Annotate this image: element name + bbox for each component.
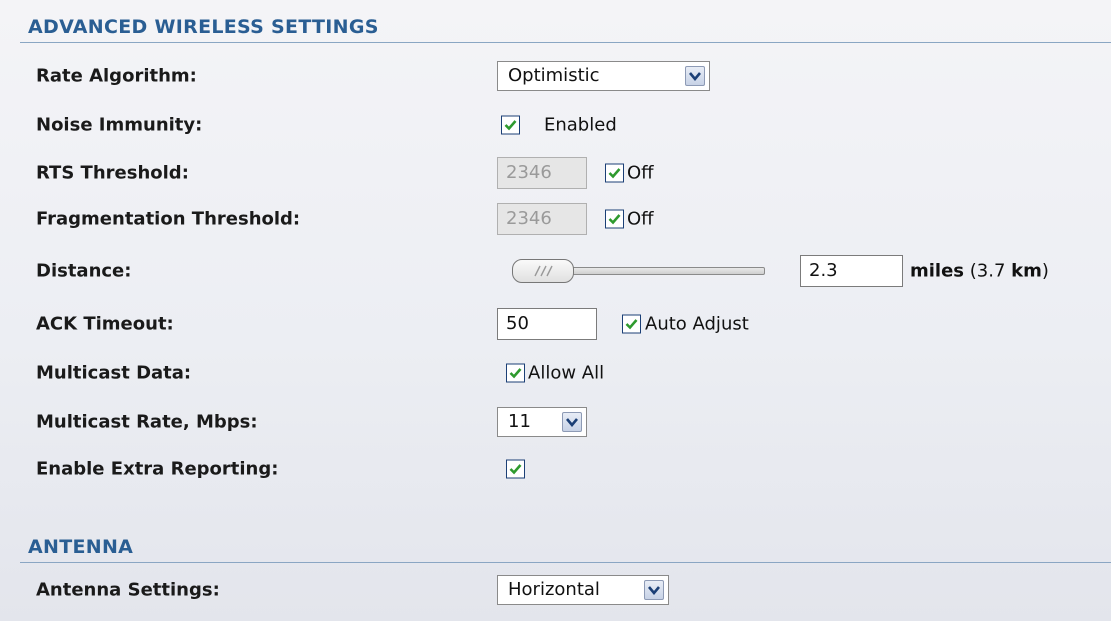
antenna-settings-row: Antenna Settings: Horizontal [0, 569, 1111, 611]
multicast-rate-select[interactable]: 11 [497, 407, 587, 437]
distance-metric-close: ) [1041, 260, 1049, 282]
rts-threshold-off-label: Off [627, 162, 654, 184]
advanced-settings-title: ADVANCED WIRELESS SETTINGS [28, 16, 379, 38]
fragmentation-threshold-off-checkbox[interactable] [605, 209, 624, 229]
allow-all-label: Allow All [528, 362, 605, 384]
checkmark-icon [608, 214, 621, 225]
checkmark-icon [509, 464, 522, 475]
noise-immunity-row: Noise Immunity: Enabled [0, 104, 1111, 146]
fragmentation-threshold-row: Fragmentation Threshold: 2346 Off [0, 198, 1111, 240]
antenna-settings-select[interactable]: Horizontal [497, 575, 669, 605]
distance-slider-handle[interactable] [512, 259, 574, 283]
multicast-rate-label: Multicast Rate, Mbps: [36, 411, 258, 433]
rts-threshold-label: RTS Threshold: [36, 162, 189, 184]
chevron-down-icon[interactable] [685, 66, 705, 86]
rts-threshold-off-checkbox[interactable] [605, 163, 624, 183]
antenna-header: ANTENNA [20, 528, 1111, 563]
noise-immunity-label: Noise Immunity: [36, 114, 203, 136]
multicast-data-row: Multicast Data: Allow All [0, 352, 1111, 394]
advanced-settings-header: ADVANCED WIRELESS SETTINGS [20, 8, 1111, 43]
ack-timeout-label: ACK Timeout: [36, 313, 174, 335]
grip-lines-icon [534, 265, 553, 277]
checkmark-icon [608, 168, 621, 179]
multicast-data-label: Multicast Data: [36, 362, 192, 384]
multicast-rate-value: 11 [508, 411, 531, 432]
antenna-title: ANTENNA [28, 536, 134, 558]
ack-timeout-row: ACK Timeout: 50 Auto Adjust [0, 303, 1111, 345]
distance-metric-value: (3.7 [969, 260, 1006, 282]
fragmentation-threshold-input[interactable]: 2346 [497, 203, 587, 235]
noise-immunity-option-label: Enabled [544, 114, 617, 136]
extra-reporting-label: Enable Extra Reporting: [36, 458, 279, 480]
fragmentation-threshold-off-label: Off [627, 208, 654, 230]
rate-algorithm-label: Rate Algorithm: [36, 65, 197, 87]
rate-algorithm-value: Optimistic [508, 65, 600, 86]
auto-adjust-label: Auto Adjust [645, 313, 749, 335]
auto-adjust-checkbox[interactable] [622, 314, 641, 334]
chevron-down-icon[interactable] [562, 412, 582, 432]
rate-algorithm-select[interactable]: Optimistic [497, 61, 710, 91]
checkmark-icon [625, 319, 638, 330]
rate-algorithm-row: Rate Algorithm: Optimistic [0, 55, 1111, 97]
multicast-rate-row: Multicast Rate, Mbps: 11 [0, 401, 1111, 443]
extra-reporting-checkbox[interactable] [506, 459, 525, 479]
noise-immunity-checkbox[interactable] [501, 115, 520, 135]
distance-slider-track[interactable] [555, 267, 765, 275]
rts-threshold-input[interactable]: 2346 [497, 157, 587, 189]
distance-unit: miles [910, 260, 965, 282]
checkmark-icon [504, 120, 517, 131]
allow-all-checkbox[interactable] [506, 363, 525, 383]
distance-label: Distance: [36, 260, 132, 282]
checkmark-icon [509, 368, 522, 379]
distance-units: miles (3.7 km) [910, 261, 1049, 282]
rts-threshold-row: RTS Threshold: 2346 Off [0, 152, 1111, 194]
fragmentation-threshold-label: Fragmentation Threshold: [36, 208, 301, 230]
antenna-settings-value: Horizontal [508, 579, 600, 600]
distance-metric-unit: km [1011, 260, 1042, 282]
chevron-down-icon[interactable] [644, 580, 664, 600]
distance-row: Distance: 2.3 miles (3.7 km) [0, 250, 1111, 292]
extra-reporting-row: Enable Extra Reporting: [0, 448, 1111, 490]
distance-input[interactable]: 2.3 [800, 255, 903, 287]
ack-timeout-input[interactable]: 50 [497, 308, 597, 340]
antenna-settings-label: Antenna Settings: [36, 579, 220, 601]
